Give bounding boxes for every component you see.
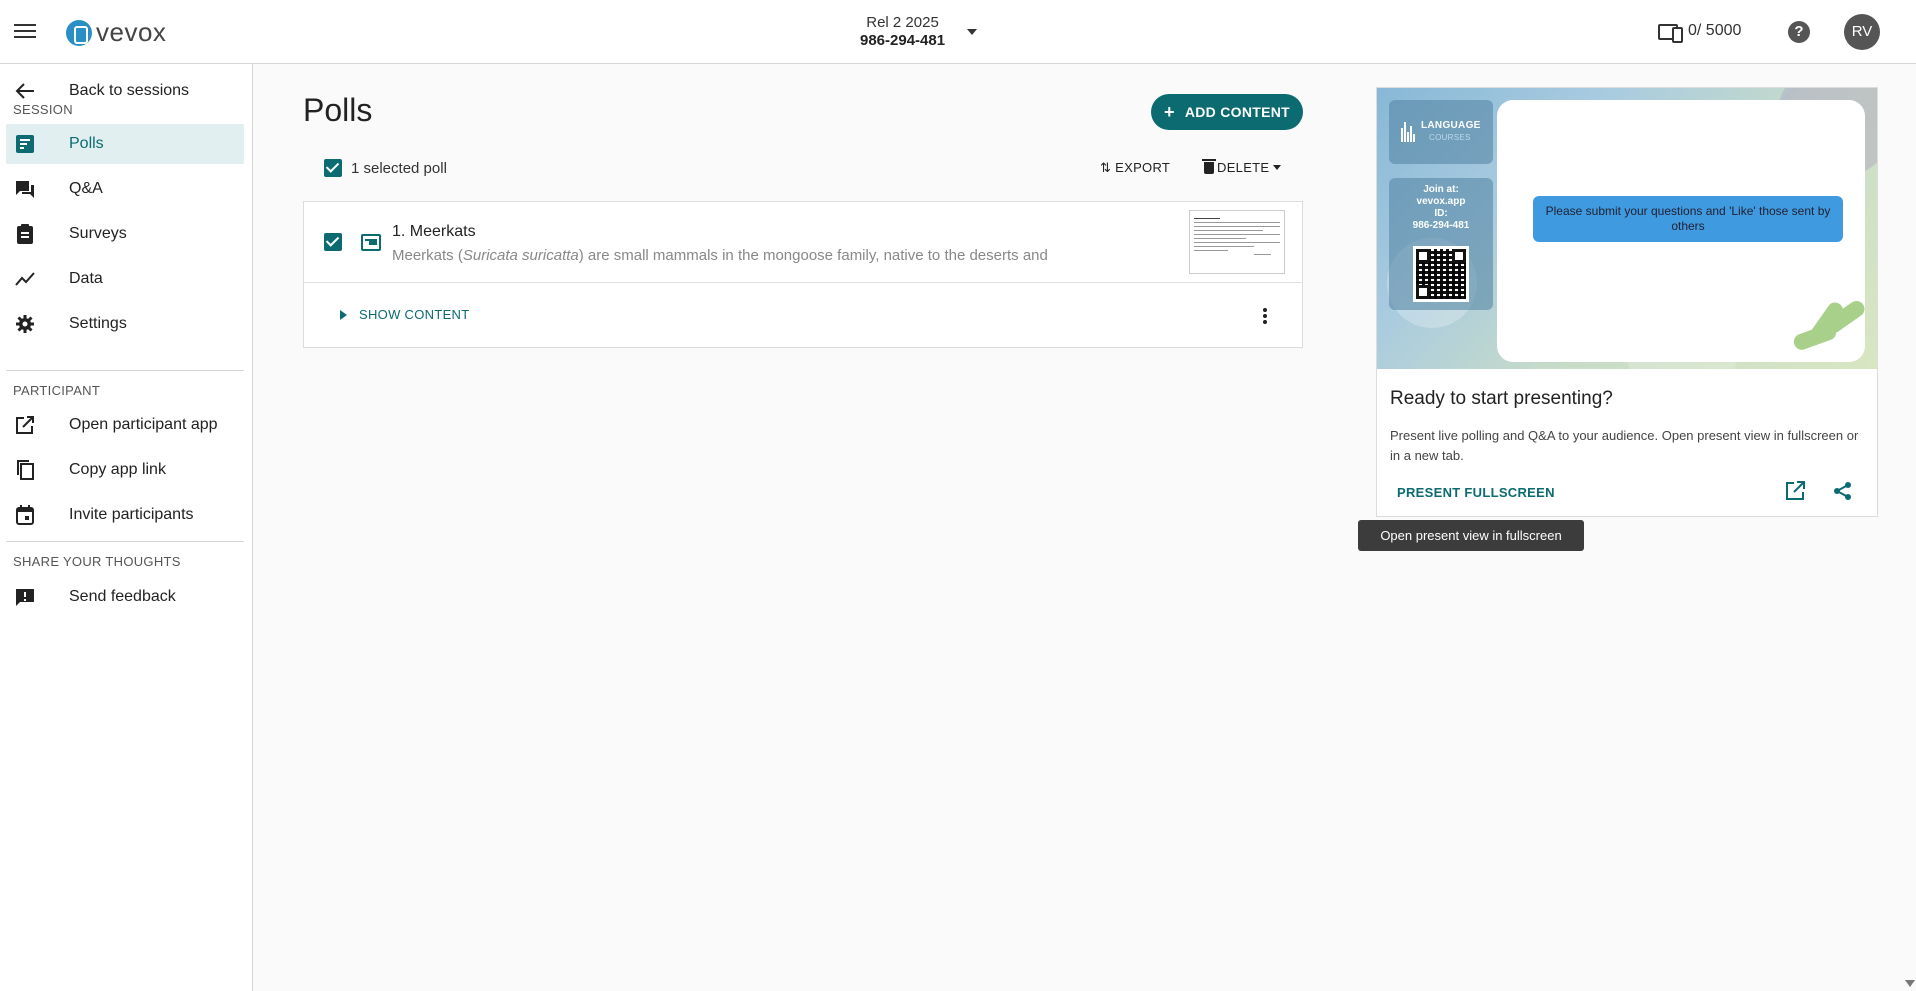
select-all-checkbox[interactable] <box>324 159 342 177</box>
qa-icon <box>16 181 34 198</box>
add-content-label: ADD CONTENT <box>1184 104 1290 120</box>
sidebar-item-label: Invite participants <box>69 506 194 523</box>
vevox-logo-icon <box>66 19 92 46</box>
devices-icon <box>1658 22 1683 43</box>
chevron-down-icon <box>1273 165 1282 170</box>
sidebar-item-surveys[interactable]: Surveys <box>6 214 244 254</box>
sidebar-divider <box>6 370 244 371</box>
arrow-left-icon <box>15 83 34 99</box>
delete-label: DELETE <box>1217 160 1270 175</box>
open-external-icon <box>16 416 34 434</box>
page-title: Polls <box>303 92 373 128</box>
top-bar: vevox Rel 2 2025 986-294-481 0/ 5000 ? R… <box>0 0 1916 64</box>
calendar-icon <box>16 505 34 525</box>
trash-icon <box>1202 158 1216 174</box>
session-name: Rel 2 2025 <box>866 14 939 31</box>
surveys-icon <box>17 224 33 244</box>
join-url: vevox.app <box>1416 196 1466 207</box>
copy-icon <box>17 460 34 480</box>
poll-description: Meerkats (Suricata suricatta) are small … <box>392 247 1048 264</box>
poll-desc-italic: Suricata suricatta <box>462 247 579 264</box>
present-fullscreen-button[interactable]: PRESENT FULLSCREEN <box>1397 485 1555 500</box>
sidebar-item-label: Open participant app <box>69 416 218 433</box>
slide-preview: Please submit your questions and 'Like' … <box>1497 100 1868 362</box>
polls-icon <box>16 135 34 153</box>
share-icon[interactable] <box>1833 481 1853 501</box>
sidebar-item-label: Surveys <box>69 225 127 242</box>
help-icon[interactable]: ? <box>1788 21 1810 43</box>
section-session: SESSION <box>13 102 73 117</box>
sidebar-item-settings[interactable]: Settings <box>6 304 244 344</box>
add-content-button[interactable]: + ADD CONTENT <box>1151 94 1303 130</box>
back-to-sessions-label: Back to sessions <box>69 82 190 99</box>
gear-icon <box>16 315 34 333</box>
avatar[interactable]: RV <box>1844 14 1880 50</box>
sidebar-item-label: Data <box>69 270 103 287</box>
id-label: ID: <box>1434 208 1448 219</box>
selected-count-label: 1 selected poll <box>351 160 447 177</box>
join-info: Join at: vevox.app ID: 986-294-481 <box>1389 178 1493 310</box>
slide-message: Please submit your questions and 'Like' … <box>1533 196 1843 242</box>
delete-button[interactable]: DELETE <box>1202 158 1282 175</box>
id-value: 986-294-481 <box>1412 220 1470 231</box>
export-label: EXPORT <box>1115 160 1171 175</box>
plus-icon: + <box>1164 101 1175 122</box>
brand-subtitle: COURSES <box>1429 133 1471 142</box>
poll-desc-suffix: ) are small mammals in the mongoose fami… <box>578 247 1048 264</box>
ready-title: Ready to start presenting? <box>1390 388 1613 409</box>
export-button[interactable]: ⇅ EXPORT <box>1100 160 1170 176</box>
join-at-label: Join at: <box>1423 184 1459 195</box>
section-participant: PARTICIPANT <box>13 383 101 398</box>
sidebar-item-polls[interactable]: Polls <box>6 124 244 164</box>
sidebar-item-qa[interactable]: Q&A <box>6 169 244 209</box>
qr-code-icon <box>1413 246 1469 302</box>
caret-right-icon <box>340 309 347 320</box>
sidebar-item-label: Send feedback <box>69 588 176 605</box>
more-options-icon[interactable] <box>1262 306 1268 326</box>
sidebar: Back to sessions SESSION Polls Q&A Surve… <box>0 64 253 991</box>
sidebar-divider <box>6 541 244 542</box>
scroll-down-icon[interactable] <box>1905 980 1915 987</box>
present-preview[interactable]: LANGUAGE COURSES Join at: vevox.app ID: … <box>1377 88 1877 369</box>
poll-desc-prefix: Meerkats ( <box>392 247 463 264</box>
brand-box: LANGUAGE COURSES <box>1389 100 1493 164</box>
menu-icon[interactable] <box>14 20 36 42</box>
ready-description: Present live polling and Q&A to your aud… <box>1390 428 1859 463</box>
open-new-tab-icon[interactable] <box>1785 481 1805 501</box>
participant-count[interactable]: 0/ 5000 <box>1658 22 1742 43</box>
sidebar-item-label: Settings <box>69 315 127 332</box>
session-id: 986-294-481 <box>860 32 946 49</box>
session-selector[interactable]: Rel 2 2025 986-294-481 <box>860 14 945 49</box>
poll-title[interactable]: 1. Meerkats <box>392 223 476 241</box>
sidebar-item-invite-participants[interactable]: Invite participants <box>6 495 244 535</box>
sidebar-item-data[interactable]: Data <box>6 259 244 299</box>
participant-count-label: 0/ 5000 <box>1688 22 1742 39</box>
sidebar-item-copy-app-link[interactable]: Copy app link <box>6 450 244 490</box>
sidebar-item-open-participant-app[interactable]: Open participant app <box>6 405 244 445</box>
poll-card: 1. Meerkats Meerkats (Suricata suricatta… <box>303 201 1303 348</box>
sidebar-item-send-feedback[interactable]: Send feedback <box>6 577 244 617</box>
brand-title: LANGUAGE <box>1421 120 1481 131</box>
session-dropdown-icon[interactable] <box>967 29 977 35</box>
tooltip: Open present view in fullscreen <box>1358 520 1584 551</box>
poll-checkbox[interactable] <box>324 233 342 251</box>
sidebar-item-label: Q&A <box>69 180 103 197</box>
brand-logo-icon <box>1401 122 1419 142</box>
feedback-icon <box>16 589 34 606</box>
show-content-label: SHOW CONTENT <box>359 307 470 322</box>
vevox-logo[interactable]: vevox <box>66 17 166 48</box>
show-content-button[interactable]: SHOW CONTENT <box>340 307 469 322</box>
sidebar-item-label: Copy app link <box>69 461 166 478</box>
logo-text: vevox <box>96 17 167 47</box>
poll-thumbnail[interactable] <box>1189 210 1285 274</box>
poll-type-icon <box>361 234 381 251</box>
poll-card-divider <box>304 282 1302 283</box>
sort-arrows-icon: ⇅ <box>1100 160 1112 175</box>
section-feedback: SHARE YOUR THOUGHTS <box>13 554 181 569</box>
data-icon <box>15 272 35 286</box>
sidebar-item-label: Polls <box>69 135 104 152</box>
present-card: LANGUAGE COURSES Join at: vevox.app ID: … <box>1376 87 1878 517</box>
